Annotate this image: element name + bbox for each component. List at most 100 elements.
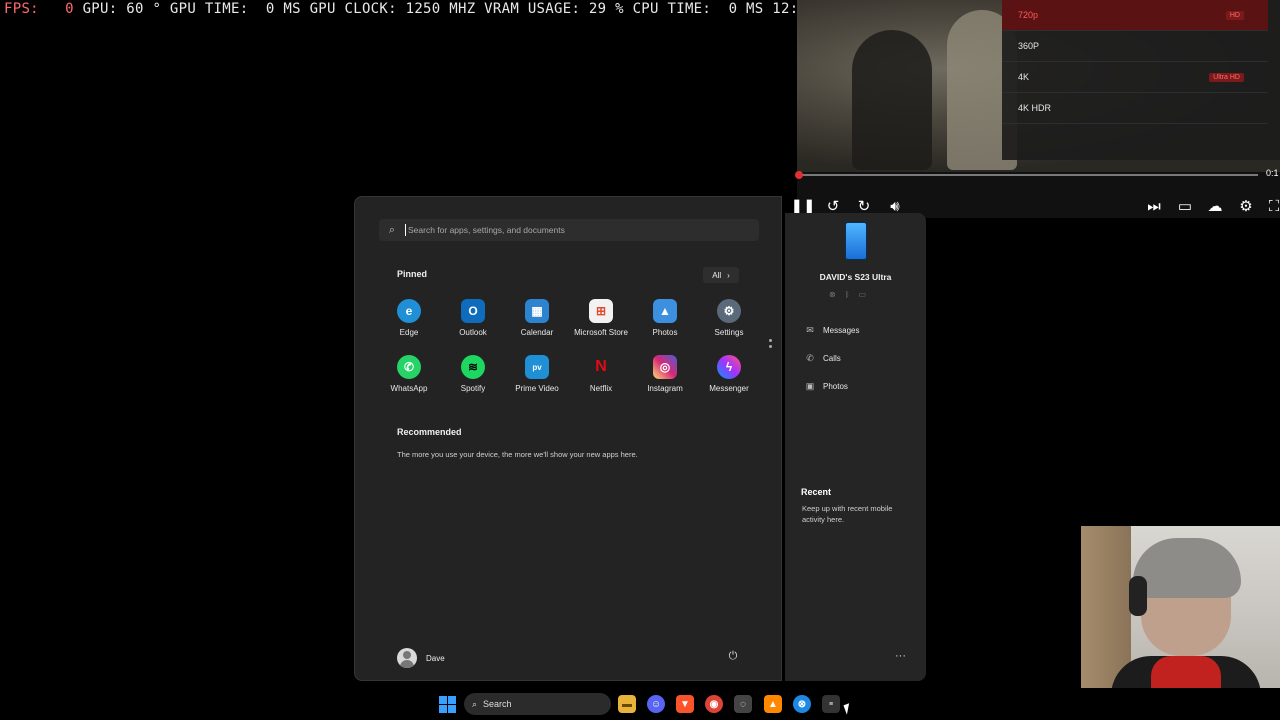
app-icon[interactable]: ◌ xyxy=(734,695,752,713)
quality-option[interactable]: 360P xyxy=(1002,31,1268,62)
app-name: Instagram xyxy=(647,384,683,393)
app-name: Spotify xyxy=(460,384,486,393)
quality-option[interactable]: 4K Ultra HD xyxy=(1002,62,1268,93)
text-caret xyxy=(405,224,406,236)
netflix-icon: N xyxy=(589,355,613,379)
user-account-button[interactable]: Dave xyxy=(397,648,445,668)
app-name: Prime Video xyxy=(515,384,559,393)
pinned-app-microsoft-store[interactable]: ⊞ Microsoft Store xyxy=(569,297,633,353)
pinned-app-messenger[interactable]: ϟ Messenger xyxy=(697,353,761,409)
performance-overlay: FPS: 0 GPU: 60 ° GPU TIME: 0 MS GPU CLOC… xyxy=(0,0,816,18)
instagram-icon: ◎ xyxy=(653,355,677,379)
chevron-right-icon: › xyxy=(727,270,730,280)
phone-link-label: Messages xyxy=(823,326,860,335)
start-menu: ⌕ Search for apps, settings, and documen… xyxy=(354,196,782,681)
app-name: Outlook xyxy=(459,328,487,337)
gpu-time: GPU TIME: 0 MS xyxy=(169,1,301,17)
quality-menu[interactable]: 720p HD 360P 4K Ultra HD 4K HDR xyxy=(1002,0,1280,160)
fps-label: FPS: xyxy=(4,1,39,17)
webcam-person xyxy=(1133,538,1241,598)
pinned-app-settings[interactable]: ⚙ Settings xyxy=(697,297,761,353)
pinned-app-calendar[interactable]: ▦ Calendar xyxy=(505,297,569,353)
photos-icon: ▣ xyxy=(805,381,815,391)
battery-status-icon: ⊗ xyxy=(829,290,836,299)
app-icon-2[interactable]: ⊗ xyxy=(793,695,811,713)
app-name: Photos xyxy=(652,328,678,337)
fullscreen-icon[interactable]: ⛶ xyxy=(1263,194,1280,218)
start-search-input[interactable]: ⌕ Search for apps, settings, and documen… xyxy=(379,219,759,241)
pinned-app-netflix[interactable]: N Netflix xyxy=(569,353,633,409)
gpu-clock: GPU CLOCK: 1250 MHZ xyxy=(309,1,476,17)
discord-icon[interactable]: ☺ xyxy=(647,695,665,713)
app-name: Calendar xyxy=(520,328,554,337)
device-name: DAVID's S23 Ultra xyxy=(819,272,892,282)
pinned-app-photos[interactable]: ▲ Photos xyxy=(633,297,697,353)
pinned-app-prime-video[interactable]: pv Prime Video xyxy=(505,353,569,409)
calendar-icon: ▦ xyxy=(525,299,549,323)
next-icon[interactable]: ⏭︎ xyxy=(1143,194,1165,218)
avatar xyxy=(397,648,417,668)
windows-start-icon[interactable] xyxy=(439,696,456,713)
phone-link-panel: DAVID's S23 Ultra ⊗ ᛒ ▭ ✉ Messages ✆ Calls… xyxy=(785,213,926,681)
cod-icon[interactable]: ≡ xyxy=(822,695,840,713)
recommended-title: Recommended xyxy=(397,427,462,437)
page-indicator[interactable] xyxy=(769,339,772,351)
app-name: Edge xyxy=(399,328,419,337)
video-progress-handle[interactable] xyxy=(795,171,803,179)
gpu-label: GPU: xyxy=(82,1,118,17)
pinned-apps-grid: e Edge O Outlook ▦ Calendar ⊞ Microsoft Stor… xyxy=(377,297,761,409)
app-name: Netflix xyxy=(589,384,613,393)
cast-icon[interactable]: ☁︎ xyxy=(1204,194,1226,218)
phone-link-photos[interactable]: ▣ Photos xyxy=(805,381,848,392)
outlook-icon: O xyxy=(461,299,485,323)
quality-label: 360P xyxy=(1018,41,1040,51)
recommended-text: The more you use your device, the more w… xyxy=(397,450,638,459)
prime-video-icon: pv xyxy=(525,355,549,379)
subtitles-icon[interactable]: ▭ xyxy=(1174,194,1196,218)
phone-link-label: Photos xyxy=(823,382,848,391)
quality-label: 720p xyxy=(1018,10,1039,20)
photos-icon: ▲ xyxy=(653,299,677,323)
vlc-icon[interactable]: ▲ xyxy=(764,695,782,713)
phone-device-icon xyxy=(845,222,867,260)
pinned-app-whatsapp[interactable]: ✆ WhatsApp xyxy=(377,353,441,409)
app-name: Settings xyxy=(714,328,744,337)
device-status: ⊗ ᛒ ▭ xyxy=(829,290,866,299)
pinned-title: Pinned xyxy=(397,269,428,279)
headset xyxy=(1129,576,1147,616)
chrome-icon[interactable]: ◉ xyxy=(705,695,723,713)
pinned-app-spotify[interactable]: ≋ Spotify xyxy=(441,353,505,409)
pinned-app-outlook[interactable]: O Outlook xyxy=(441,297,505,353)
user-name: Dave xyxy=(426,653,445,663)
messenger-icon: ϟ xyxy=(717,355,741,379)
all-apps-button[interactable]: All › xyxy=(703,267,739,283)
power-icon[interactable]: ⏻ xyxy=(725,650,741,666)
recent-title: Recent xyxy=(801,487,832,497)
fps-value: 0 xyxy=(65,1,74,17)
gpu-unit: ° xyxy=(152,1,162,17)
quality-option[interactable]: 4K HDR xyxy=(1002,93,1268,124)
pinned-app-edge[interactable]: e Edge xyxy=(377,297,441,353)
phone-icon: ✆ xyxy=(806,353,814,363)
vram-usage: VRAM USAGE: 29 % xyxy=(484,1,624,17)
quality-label: 4K HDR xyxy=(1018,103,1052,113)
search-placeholder: Search for apps, settings, and documents xyxy=(408,225,565,235)
more-options-icon[interactable]: ··· xyxy=(895,650,906,662)
phone-link-calls[interactable]: ✆ Calls xyxy=(805,353,841,364)
whatsapp-icon: ✆ xyxy=(397,355,421,379)
settings-gear-icon[interactable]: ⚙ xyxy=(1235,194,1257,218)
phone-link-label: Calls xyxy=(823,354,841,363)
quality-option[interactable]: 720p HD xyxy=(1002,0,1268,31)
video-progress-bar[interactable] xyxy=(797,174,1258,176)
taskbar-search[interactable]: ⌕ Search xyxy=(464,693,611,715)
brave-icon[interactable]: ▼ xyxy=(676,695,694,713)
file-explorer-icon[interactable]: ▬ xyxy=(618,695,636,713)
signal-icon: ▭ xyxy=(858,290,867,299)
bluetooth-icon: ᛒ xyxy=(844,290,850,299)
pinned-app-instagram[interactable]: ◎ Instagram xyxy=(633,353,697,409)
search-icon: ⌕ xyxy=(472,698,478,709)
app-name: Microsoft Store xyxy=(574,328,628,337)
edge-icon: e xyxy=(397,299,421,323)
messages-icon: ✉ xyxy=(806,325,814,335)
phone-link-messages[interactable]: ✉ Messages xyxy=(805,325,859,336)
